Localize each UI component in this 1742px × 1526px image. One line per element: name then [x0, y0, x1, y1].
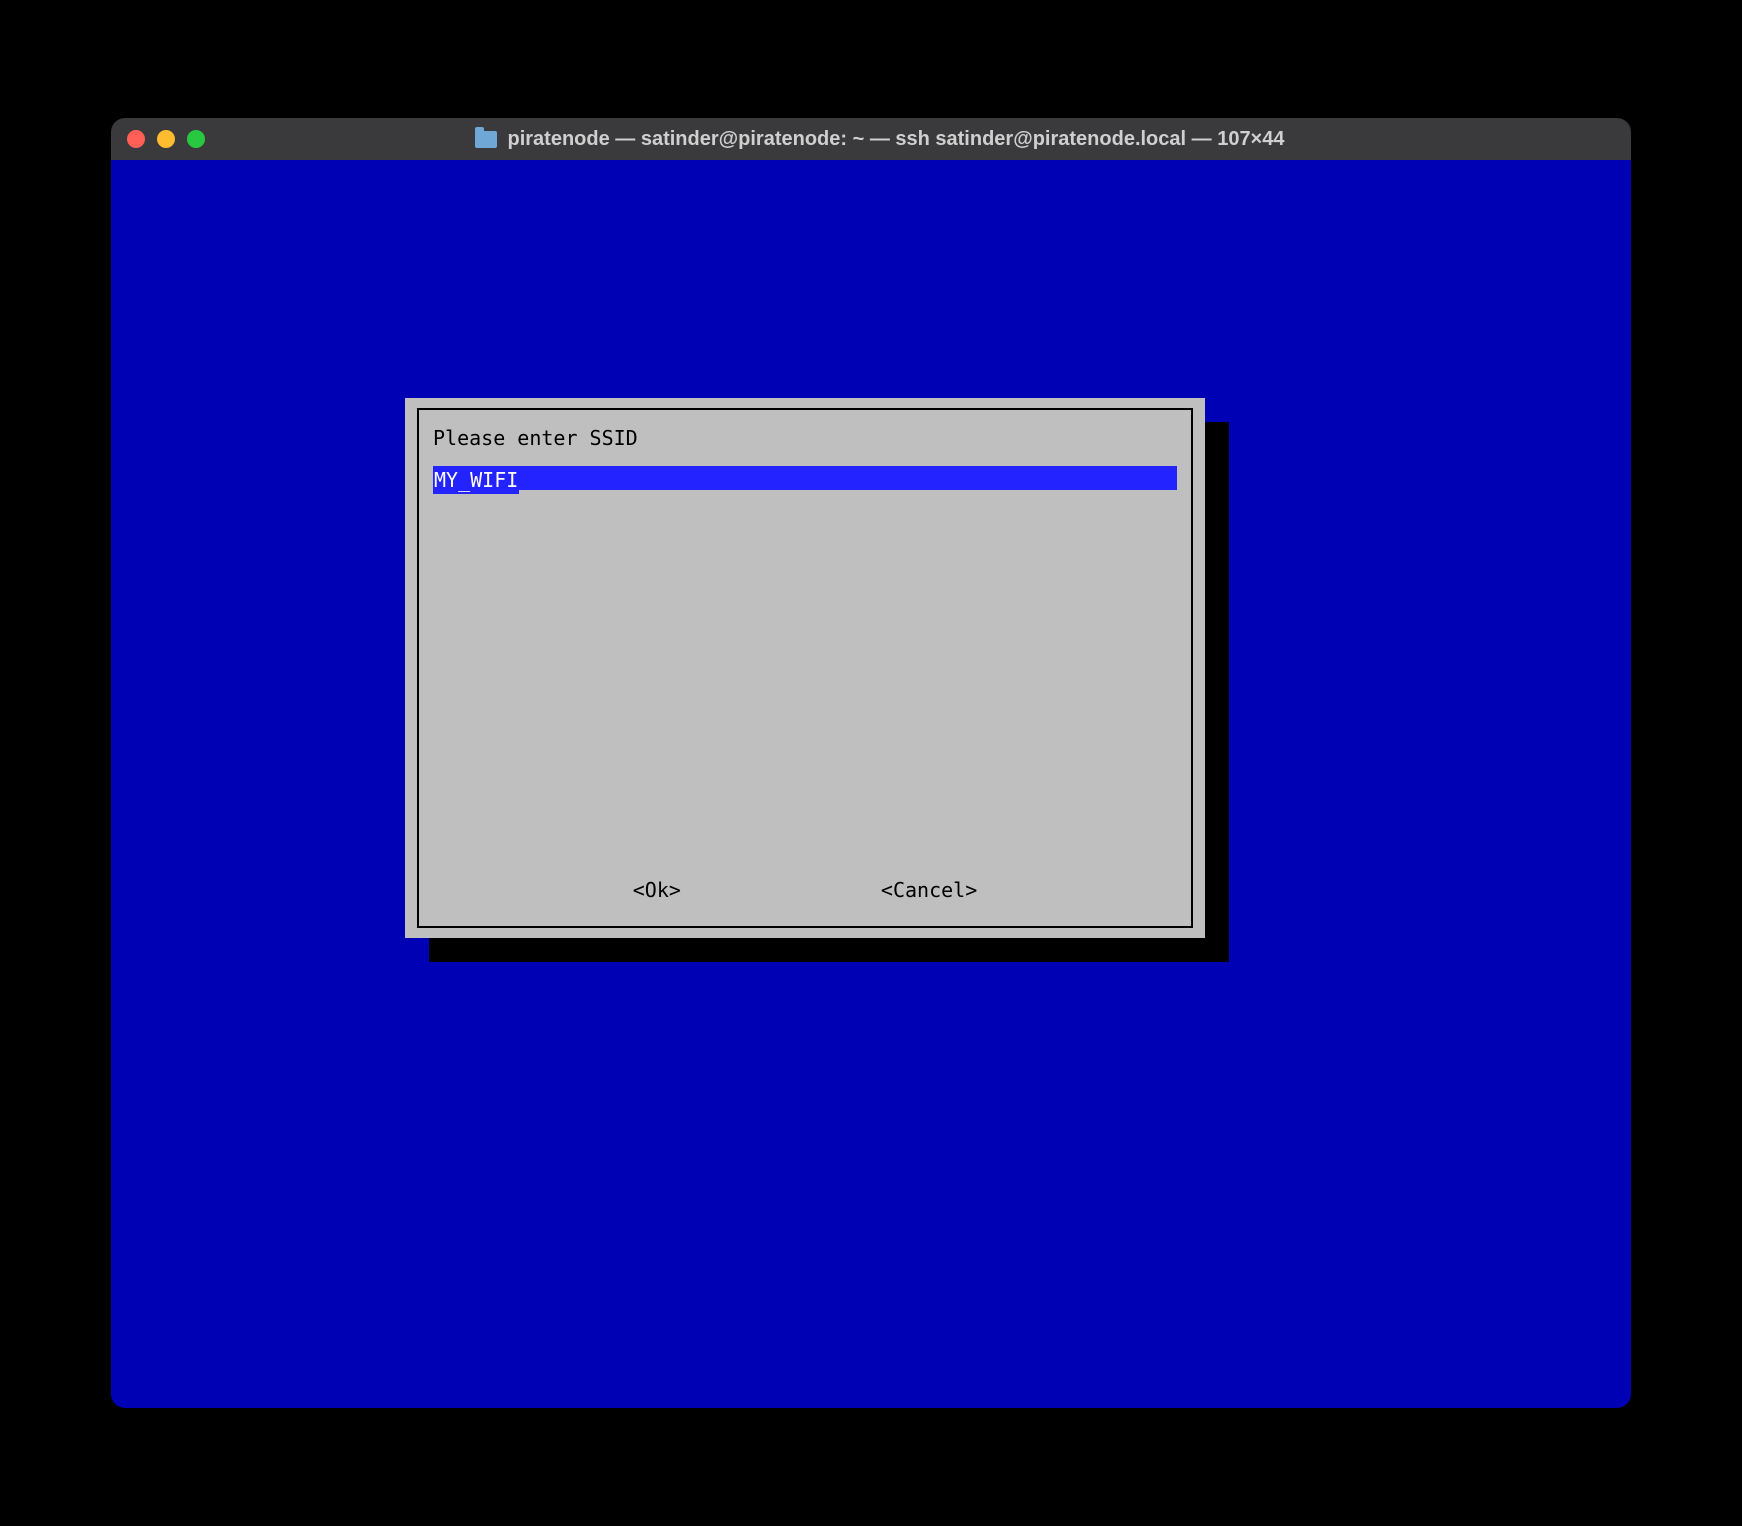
window-title-container: piratenode — satinder@piratenode: ~ — ss…	[205, 128, 1555, 151]
traffic-lights	[127, 130, 205, 148]
dialog-inner: Please enter SSID MY_WIFI ______________…	[417, 408, 1193, 928]
terminal-body[interactable]: Please enter SSID MY_WIFI ______________…	[111, 160, 1631, 1408]
ssid-input-fill[interactable]: ________________________________________…	[519, 466, 1177, 490]
ssid-input-value[interactable]: MY_WIFI	[433, 466, 519, 494]
ssid-dialog: Please enter SSID MY_WIFI ______________…	[405, 398, 1205, 938]
titlebar: piratenode — satinder@piratenode: ~ — ss…	[111, 118, 1631, 160]
close-button[interactable]	[127, 130, 145, 148]
dialog-button-row: <Ok> <Cancel>	[433, 876, 1177, 914]
terminal-window: piratenode — satinder@piratenode: ~ — ss…	[111, 118, 1631, 1408]
window-title: piratenode — satinder@piratenode: ~ — ss…	[507, 128, 1284, 151]
maximize-button[interactable]	[187, 130, 205, 148]
ok-button[interactable]: <Ok>	[633, 876, 681, 904]
ssid-input-row[interactable]: MY_WIFI ________________________________…	[433, 466, 1177, 494]
folder-icon	[475, 131, 497, 148]
dialog-prompt: Please enter SSID	[433, 424, 1177, 452]
minimize-button[interactable]	[157, 130, 175, 148]
cancel-button[interactable]: <Cancel>	[881, 876, 977, 904]
